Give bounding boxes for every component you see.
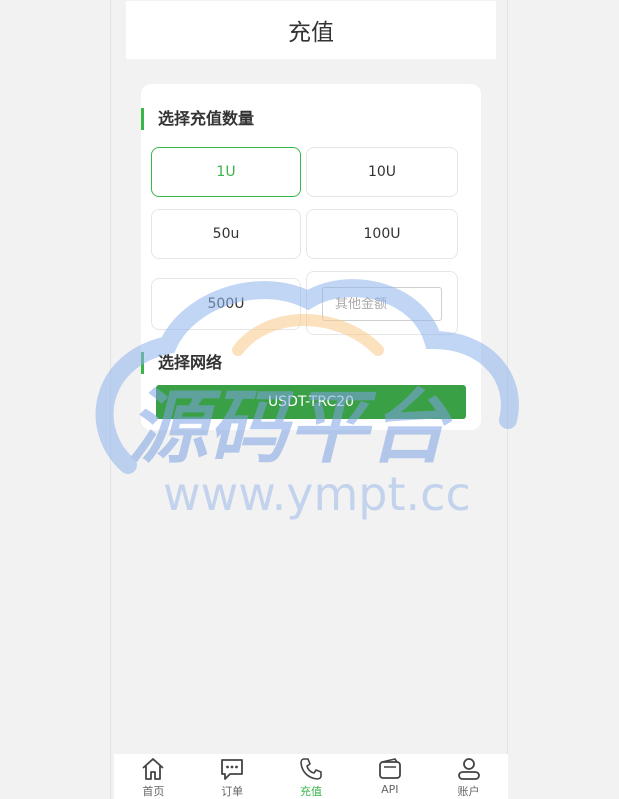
tab-api[interactable]: API <box>350 754 429 799</box>
tab-recharge[interactable]: 充值 <box>272 754 351 799</box>
amount-option-100u[interactable]: 100U <box>306 209 458 259</box>
tab-label: 账户 <box>457 785 480 798</box>
tab-orders[interactable]: 订单 <box>193 754 272 799</box>
amount-option-label: 500U <box>207 296 245 312</box>
amount-option-10u[interactable]: 10U <box>306 147 458 197</box>
custom-amount-box <box>306 271 458 335</box>
network-usdt-trc20-button[interactable]: USDT-TRC20 <box>156 385 466 419</box>
network-button-label: USDT-TRC20 <box>267 394 355 410</box>
tab-home[interactable]: 首页 <box>114 754 193 799</box>
network-section-title: 选择网络 <box>141 352 222 374</box>
tab-label: 充值 <box>299 785 322 798</box>
amount-option-50u[interactable]: 50u <box>151 209 301 259</box>
tab-label: API <box>381 783 399 796</box>
tab-label: 首页 <box>142 785 165 798</box>
bottom-tab-bar: 首页 订单 充值 API 账户 <box>114 754 508 799</box>
amount-option-label: 10U <box>367 164 397 180</box>
amount-option-500u[interactable]: 500U <box>151 278 301 330</box>
page-header: 充值 <box>126 1 496 59</box>
chat-bubble-icon <box>221 759 244 780</box>
custom-amount-input[interactable] <box>322 287 442 321</box>
home-icon <box>142 758 164 780</box>
amount-option-label: 50u <box>212 226 240 242</box>
phone-icon <box>300 758 322 780</box>
amount-section-title: 选择充值数量 <box>141 108 254 130</box>
tab-label: 订单 <box>221 785 244 798</box>
amount-option-1u[interactable]: 1U <box>151 147 301 197</box>
amount-option-label: 1U <box>216 164 236 180</box>
amount-option-label: 100U <box>363 226 401 242</box>
wallet-icon <box>378 758 401 779</box>
page-title: 充值 <box>288 20 334 46</box>
tab-account[interactable]: 账户 <box>429 754 508 799</box>
user-icon <box>457 758 480 780</box>
